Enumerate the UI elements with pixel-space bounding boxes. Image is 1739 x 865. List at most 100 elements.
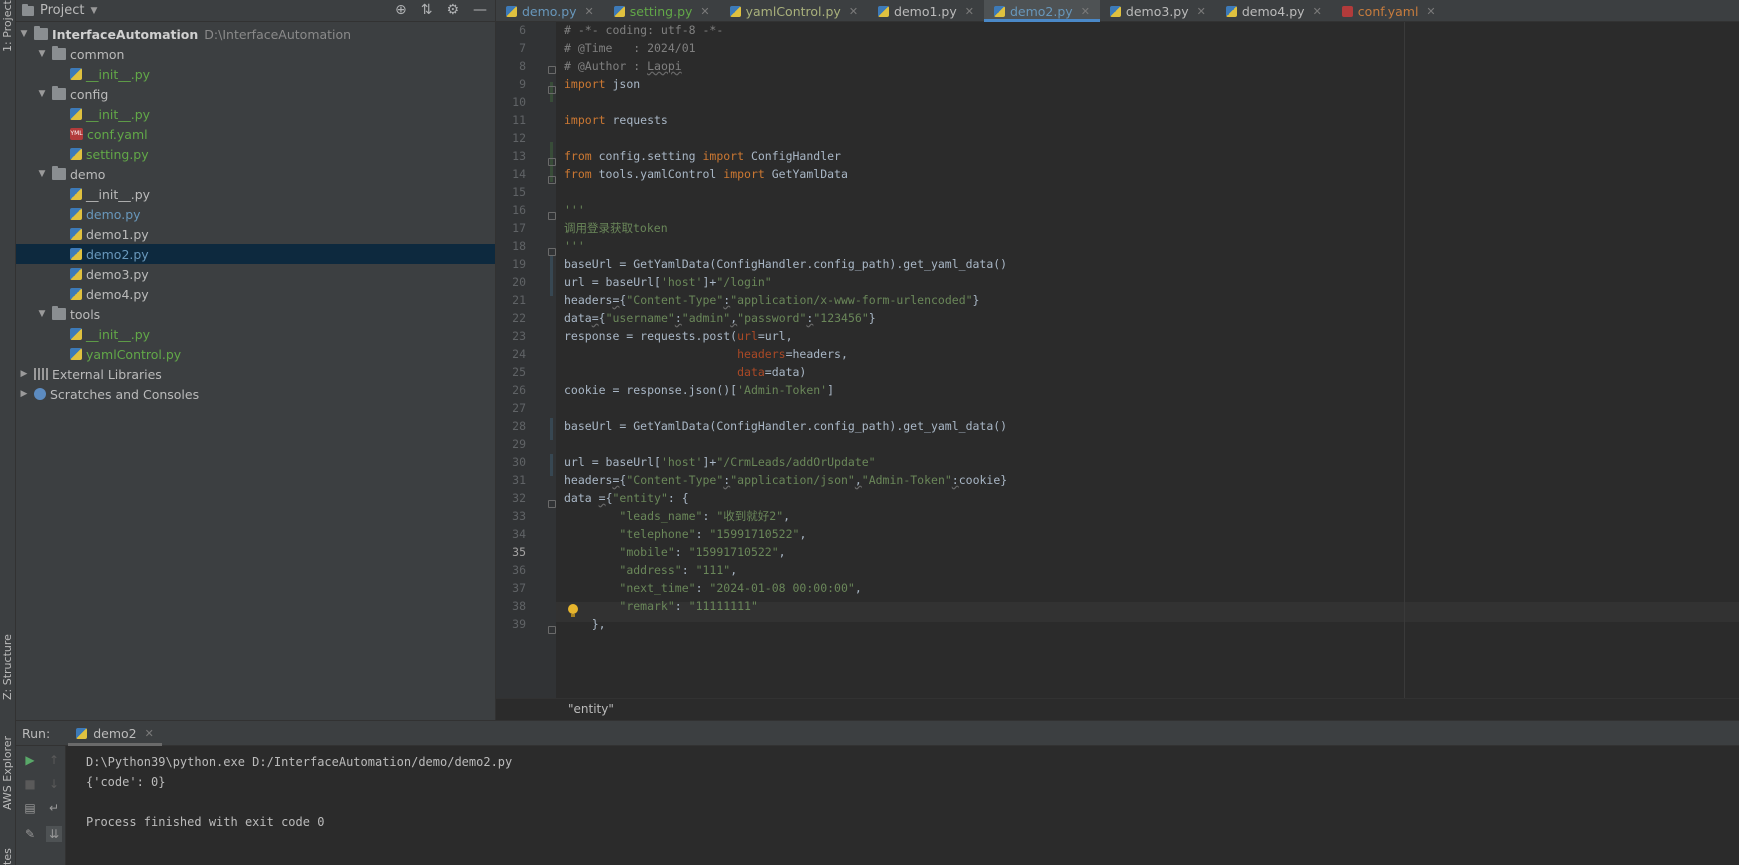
code-line[interactable]: "next_time": "2024-01-08 00:00:00", <box>564 578 861 598</box>
tree-folder[interactable]: ▼ InterfaceAutomation D:\InterfaceAutomati… <box>16 24 495 44</box>
code-line[interactable]: url = baseUrl['host']+"/CrmLeads/addOrUp… <box>564 452 876 472</box>
minimize-icon[interactable]: — <box>473 2 487 18</box>
scroll-to-end-icon[interactable]: ⇊ <box>46 826 62 842</box>
editor-tab[interactable]: setting.py ✕ <box>604 0 720 22</box>
code-line[interactable]: ''' <box>564 200 585 220</box>
tree-folder[interactable]: ▼ demo <box>16 164 495 184</box>
code-line[interactable]: "address": "111", <box>564 560 737 580</box>
close-icon[interactable]: ✕ <box>700 5 709 18</box>
code-line[interactable]: from config.setting import ConfigHandler <box>564 146 841 166</box>
close-icon[interactable]: ✕ <box>965 5 974 18</box>
collapse-arrow-icon[interactable]: ▶ <box>18 389 30 399</box>
code-line[interactable]: "leads_name": "收到就好2", <box>564 506 790 526</box>
editor-tab[interactable]: demo2.py ✕ <box>983 0 1100 22</box>
code-line[interactable]: "telephone": "15991710522", <box>564 524 806 544</box>
tree-file[interactable]: __init__.py <box>16 64 495 84</box>
code-line[interactable]: import requests <box>564 110 668 130</box>
layout-icon[interactable]: ▤ <box>22 800 38 816</box>
project-tool-tab[interactable]: 1: Project <box>1 0 15 112</box>
fold-marker-icon[interactable] <box>548 626 556 634</box>
close-icon[interactable]: ✕ <box>1197 5 1206 18</box>
fold-marker-icon[interactable] <box>548 158 556 166</box>
expand-arrow-icon[interactable]: ▼ <box>36 49 48 59</box>
editor-tab[interactable]: demo3.py ✕ <box>1100 0 1216 22</box>
tree-file[interactable]: __init__.py <box>16 184 495 204</box>
editor-tab[interactable]: yamlControl.py ✕ <box>720 0 868 22</box>
tree-file[interactable]: setting.py <box>16 144 495 164</box>
fold-marker-icon[interactable] <box>548 248 556 256</box>
code-line[interactable]: # @Author : Laopi <box>564 56 682 76</box>
close-icon[interactable]: ✕ <box>1426 5 1435 18</box>
code-line[interactable]: 调用登录获取token <box>564 218 668 238</box>
tree-file[interactable]: __init__.py <box>16 104 495 124</box>
down-arrow-icon[interactable]: ↓ <box>46 776 62 792</box>
tree-file[interactable]: ▶ Scratches and Consoles <box>16 384 495 404</box>
code-line[interactable]: }, <box>564 614 606 634</box>
tree-folder[interactable]: ▼ tools <box>16 304 495 324</box>
code-line[interactable]: data=data) <box>564 362 806 382</box>
close-icon[interactable]: ✕ <box>1313 5 1322 18</box>
gear-icon[interactable]: ⚙ <box>446 2 459 18</box>
console-output[interactable]: D:\Python39\python.exe D:/InterfaceAutom… <box>86 752 512 832</box>
editor-tab[interactable]: demo4.py ✕ <box>1216 0 1332 22</box>
tree-file[interactable]: demo3.py <box>16 264 495 284</box>
close-icon[interactable]: ✕ <box>849 5 858 18</box>
code-line[interactable]: "mobile": "15991710522", <box>564 542 785 562</box>
tree-file[interactable]: demo4.py <box>16 284 495 304</box>
code-line[interactable]: import json <box>564 74 640 94</box>
pin-icon[interactable]: ✎ <box>22 826 38 842</box>
code-token: headers <box>564 473 613 487</box>
soft-wrap-icon[interactable]: ↵ <box>46 800 62 816</box>
tree-folder[interactable]: ▼ config <box>16 84 495 104</box>
fold-marker-icon[interactable] <box>548 500 556 508</box>
tree-file[interactable]: demo1.py <box>16 224 495 244</box>
collapse-all-icon[interactable]: ⇅ <box>421 2 433 18</box>
tree-file[interactable]: yamlControl.py <box>16 344 495 364</box>
code-line[interactable]: baseUrl = GetYamlData(ConfigHandler.conf… <box>564 254 1007 274</box>
expand-arrow-icon[interactable]: ▼ <box>36 169 48 179</box>
editor-tab[interactable]: demo.py ✕ <box>496 0 604 22</box>
code-line[interactable]: from tools.yamlControl import GetYamlDat… <box>564 164 848 184</box>
stop-icon[interactable]: ■ <box>22 776 38 792</box>
fold-marker-icon[interactable] <box>548 212 556 220</box>
tree-folder[interactable]: ▼ common <box>16 44 495 64</box>
chevron-down-icon[interactable]: ▼ <box>90 6 97 16</box>
code-line[interactable]: baseUrl = GetYamlData(ConfigHandler.conf… <box>564 416 1007 436</box>
code-line[interactable]: data ={"entity": { <box>564 488 689 508</box>
code-line[interactable]: headers={"Content-Type":"application/x-w… <box>564 290 979 310</box>
locate-icon[interactable]: ⊕ <box>395 2 407 18</box>
tree-file[interactable]: demo2.py <box>16 244 495 264</box>
code-line[interactable]: ''' <box>564 236 585 256</box>
expand-arrow-icon[interactable]: ▼ <box>36 89 48 99</box>
editor-tab[interactable]: demo1.py ✕ <box>868 0 984 22</box>
code-line[interactable]: cookie = response.json()['Admin-Token'] <box>564 380 834 400</box>
code-line[interactable]: headers=headers, <box>564 344 848 364</box>
rerun-icon[interactable]: ▶ <box>22 752 38 768</box>
run-tab-demo2[interactable]: demo2 ✕ <box>68 721 162 746</box>
close-icon[interactable]: ✕ <box>145 727 154 740</box>
code-line[interactable]: url = baseUrl['host']+"/login" <box>564 272 772 292</box>
fold-marker-icon[interactable] <box>548 176 556 184</box>
collapse-arrow-icon[interactable]: ▶ <box>18 369 30 379</box>
code-token: "telephone" <box>619 527 696 541</box>
fold-marker-icon[interactable] <box>548 66 556 74</box>
close-icon[interactable]: ✕ <box>585 5 594 18</box>
breadcrumb[interactable]: "entity" <box>568 702 614 716</box>
code-line[interactable]: data={"username":"admin","password":"123… <box>564 308 876 328</box>
editor-tab[interactable]: conf.yaml ✕ <box>1332 0 1446 22</box>
tree-file[interactable]: ▶ External Libraries <box>16 364 495 384</box>
close-icon[interactable]: ✕ <box>1081 5 1090 18</box>
project-panel-title[interactable]: Project <box>40 3 84 18</box>
expand-arrow-icon[interactable]: ▼ <box>18 29 30 39</box>
expand-arrow-icon[interactable]: ▼ <box>36 309 48 319</box>
code-line[interactable]: response = requests.post(url=url, <box>564 326 793 346</box>
fold-marker-icon[interactable] <box>548 86 556 94</box>
tree-file[interactable]: demo.py <box>16 204 495 224</box>
up-arrow-icon[interactable]: ↑ <box>46 752 62 768</box>
code-line[interactable]: "remark": "11111111" <box>564 596 758 616</box>
code-line[interactable]: # @Time : 2024/01 <box>564 38 696 58</box>
tree-file[interactable]: YML conf.yaml <box>16 124 495 144</box>
tree-file[interactable]: __init__.py <box>16 324 495 344</box>
code-editor[interactable]: 6 7 8 9 10 11 12 13 14 15 16 17 18 19 20 21 22 23 24 25 26 27… <box>496 22 1739 698</box>
code-line[interactable]: headers={"Content-Type":"application/jso… <box>564 470 1007 490</box>
